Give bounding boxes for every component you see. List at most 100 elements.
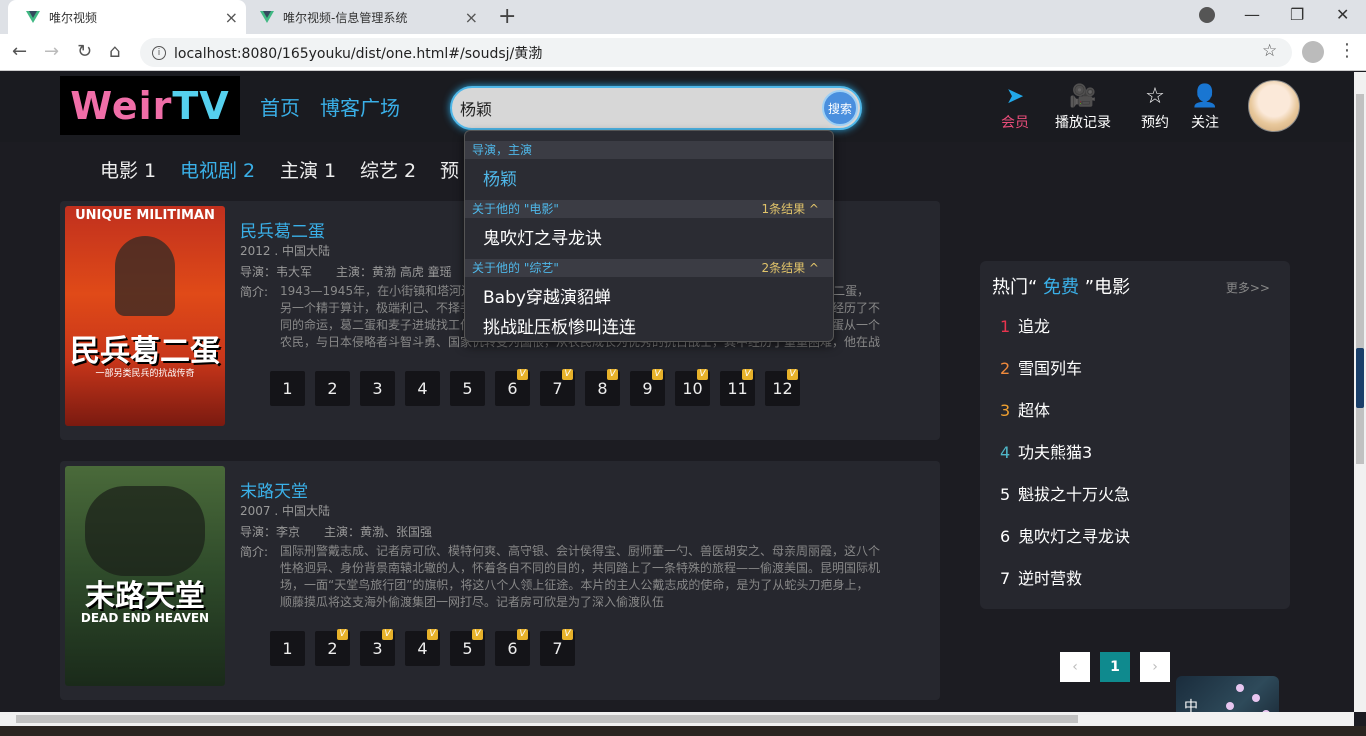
episode-button[interactable]: 9V <box>630 369 665 406</box>
group-result-count[interactable]: 2条结果 ^ <box>761 259 819 277</box>
horizontal-scrollbar[interactable] <box>0 712 1354 726</box>
tab-actor[interactable]: 主演 1 <box>280 156 336 183</box>
summary-label: 简介: <box>240 285 269 299</box>
more-link[interactable]: 更多>> <box>1226 279 1270 296</box>
episode-button[interactable]: 7V <box>540 629 575 666</box>
episode-button[interactable]: 2 <box>315 371 350 406</box>
bookmark-star-icon[interactable]: ☆ <box>1262 41 1277 61</box>
prev-page-button[interactable]: ‹ <box>1060 652 1090 682</box>
browser-tab-2[interactable]: 唯尔视频-信息管理系统 × <box>242 0 486 34</box>
logo-text-weir: Weir <box>70 83 173 128</box>
episode-button[interactable]: 5V <box>450 629 485 666</box>
suggestion-item[interactable]: 杨颖 <box>483 165 517 190</box>
browser-tab-1[interactable]: 唯尔视频 × <box>8 0 246 34</box>
episode-button[interactable]: 3 <box>360 371 395 406</box>
horizontal-scroll-thumb[interactable] <box>16 715 1078 723</box>
flower-decoration-icon <box>1226 702 1234 710</box>
hot-list-item[interactable]: 4 功夫熊猫3 <box>1000 439 1092 463</box>
episode-button[interactable]: 1 <box>270 371 305 406</box>
close-tab-icon[interactable]: × <box>465 8 478 27</box>
star-icon: ☆ <box>1145 84 1165 109</box>
result-title[interactable]: 末路天堂 <box>240 477 308 502</box>
paper-plane-icon: ➤ <box>1005 84 1025 109</box>
close-window-icon[interactable]: ✕ <box>1336 5 1349 24</box>
hot-list-item[interactable]: 2 雪国列车 <box>1000 355 1082 379</box>
episode-button[interactable]: 8V <box>585 369 620 406</box>
movie-name: 追龙 <box>1018 317 1051 336</box>
episode-button[interactable]: 12 V <box>765 369 800 406</box>
episode-button[interactable]: 2V <box>315 629 350 666</box>
scroll-widget-thumb[interactable] <box>1356 348 1364 408</box>
hot-list-item[interactable]: 3 超体 <box>1000 397 1050 421</box>
tab-search-icon[interactable] <box>1199 7 1215 23</box>
suggestion-item[interactable]: 鬼吹灯之寻龙诀 <box>483 224 602 249</box>
poster-subtitle: 一部另类民兵的抗战传奇 <box>95 369 195 379</box>
reload-icon[interactable]: ↻ <box>77 41 92 62</box>
user-avatar[interactable] <box>1248 80 1300 132</box>
episode-button[interactable]: 4 <box>405 371 440 406</box>
hot-list-item[interactable]: 1 追龙 <box>1000 313 1050 337</box>
search-button[interactable]: 搜索 <box>822 90 858 126</box>
tab-tv-series[interactable]: 电视剧 2 <box>180 156 255 183</box>
vue-logo-icon <box>260 10 274 24</box>
episode-button[interactable]: 5 <box>450 371 485 406</box>
episode-button[interactable]: 4V <box>405 629 440 666</box>
poster-title: 末路天堂 <box>85 579 205 614</box>
episode-button[interactable]: 7V <box>540 369 575 406</box>
page-1-button[interactable]: 1 <box>1100 652 1130 682</box>
group-title: 导演，主演 <box>472 143 533 157</box>
group-result-count[interactable]: 1条结果 ^ <box>761 200 819 218</box>
reserve-button[interactable]: ☆ 预约 <box>1136 84 1174 132</box>
tab-movie[interactable]: 电影 1 <box>100 156 156 183</box>
search-input[interactable] <box>460 94 810 122</box>
vertical-scrollbar[interactable] <box>1354 72 1366 712</box>
result-year-region: 2007 . 中国大陆 <box>240 504 330 518</box>
hot-list-item[interactable]: 7 逆时营救 <box>1000 565 1082 589</box>
vip-badge-icon: V <box>517 629 528 640</box>
poster-image[interactable]: UNIQUE MILITIMAN 民兵葛二蛋 一部另类民兵的抗战传奇 <box>65 206 225 426</box>
hot-list-item[interactable]: 5 魁拔之十万火急 <box>1000 481 1130 505</box>
home-icon[interactable]: ⌂ <box>109 41 120 62</box>
suggestion-item[interactable]: 挑战趾压板惨叫连连 <box>483 313 636 338</box>
minimize-icon[interactable]: — <box>1244 5 1260 24</box>
hot-list-item[interactable]: 6 鬼吹灯之寻龙诀 <box>1000 523 1130 547</box>
suggestion-item[interactable]: Baby穿越演貂蝉 <box>483 283 611 308</box>
episode-button[interactable]: 3V <box>360 629 395 666</box>
play-history-button[interactable]: 🎥 播放记录 <box>1050 84 1116 132</box>
next-page-button[interactable]: › <box>1140 652 1170 682</box>
result-summary: 国际刑警戴志成、记者房可欣、模特何爽、高守银、会计侯得宝、厨师董一勺、兽医胡安之… <box>280 544 880 609</box>
result-title[interactable]: 民兵葛二蛋 <box>240 217 325 242</box>
follow-button[interactable]: 👤 关注 <box>1186 84 1224 132</box>
tab-variety[interactable]: 综艺 2 <box>360 156 416 183</box>
forward-icon[interactable]: → <box>44 41 59 62</box>
vip-button[interactable]: ➤ 会员 <box>996 84 1034 132</box>
episode-button[interactable]: 6V <box>495 629 530 666</box>
back-icon[interactable]: ← <box>12 41 27 62</box>
episode-button[interactable]: 10 V <box>675 369 710 406</box>
nav-blog-square[interactable]: 博客广场 <box>320 92 400 121</box>
menu-kebab-icon[interactable]: ⋮ <box>1338 40 1356 61</box>
episode-button[interactable]: 1 <box>270 631 305 666</box>
vip-badge-icon: V <box>742 369 753 380</box>
browser-tab-label: 唯尔视频-信息管理系统 <box>283 10 408 25</box>
vip-badge-icon: V <box>472 629 483 640</box>
tab-preview[interactable]: 预 <box>440 156 459 183</box>
taskbar-strip <box>0 726 1366 736</box>
hot-panel-title: 热门“ 免费 ”电影 <box>992 273 1130 299</box>
poster-image[interactable]: 末路天堂 DEAD END HEAVEN <box>65 466 225 686</box>
episode-button[interactable]: 6V <box>495 369 530 406</box>
info-icon[interactable]: i <box>152 45 166 60</box>
restore-icon[interactable]: ❐ <box>1290 5 1304 24</box>
site-logo[interactable]: Weir TV <box>60 76 240 135</box>
new-tab-icon[interactable]: + <box>498 4 516 29</box>
episode-button[interactable]: 11 V <box>720 369 755 406</box>
vertical-scroll-thumb[interactable] <box>1356 94 1364 464</box>
user-icon: 👤 <box>1191 84 1219 109</box>
url-field[interactable]: i localhost:8080/165youku/dist/one.html#… <box>140 38 1292 67</box>
close-tab-icon[interactable]: × <box>225 8 238 27</box>
nav-home[interactable]: 首页 <box>260 92 300 121</box>
result-credits: 导演：韦大军 主演：黄渤 高虎 童瑶 <box>240 265 452 279</box>
rank-number: 2 <box>1000 359 1011 378</box>
profile-avatar[interactable] <box>1302 41 1324 63</box>
suggestion-group-header: 关于他的 "综艺" 2条结果 ^ <box>465 259 833 277</box>
